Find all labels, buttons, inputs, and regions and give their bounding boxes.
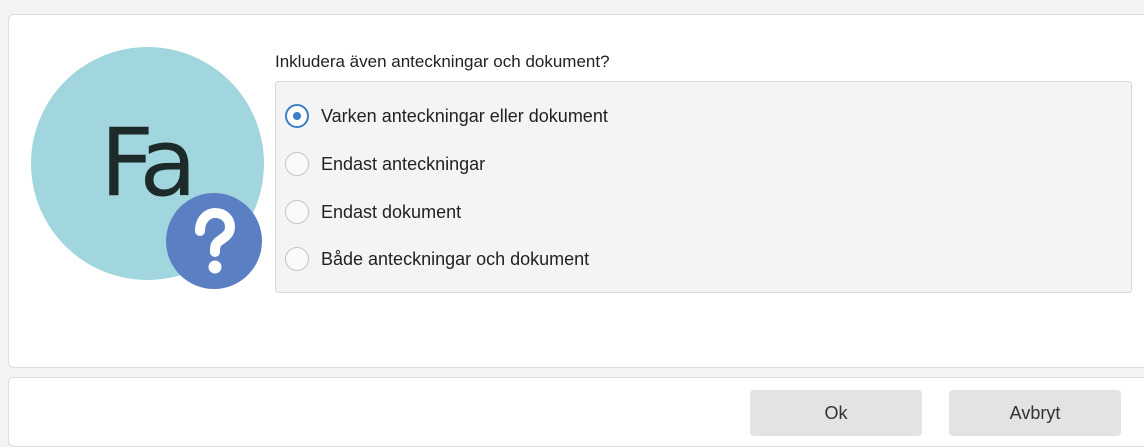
radio-documents-only[interactable]: [285, 200, 309, 224]
question-label: Inkludera även anteckningar och dokument…: [275, 52, 610, 71]
option-label: Både anteckningar och dokument: [321, 248, 590, 269]
radio-neither[interactable]: [285, 104, 309, 128]
radio-notes-only[interactable]: [285, 152, 309, 176]
option-label: Endast anteckningar: [321, 153, 486, 174]
question-mark-icon: [166, 193, 262, 289]
ok-button[interactable]: Ok: [750, 390, 922, 436]
options-group: Varken anteckningar eller dokument Endas…: [275, 81, 1132, 293]
option-label: Varken anteckningar eller dokument: [321, 105, 608, 126]
radio-both[interactable]: [285, 247, 309, 271]
cancel-button[interactable]: Avbryt: [949, 390, 1121, 436]
option-neither[interactable]: Varken anteckningar eller dokument: [285, 101, 608, 131]
option-documents-only[interactable]: Endast dokument: [285, 197, 461, 227]
option-notes-only[interactable]: Endast anteckningar: [285, 149, 485, 179]
option-both[interactable]: Både anteckningar och dokument: [285, 244, 589, 274]
option-label: Endast dokument: [321, 201, 462, 222]
